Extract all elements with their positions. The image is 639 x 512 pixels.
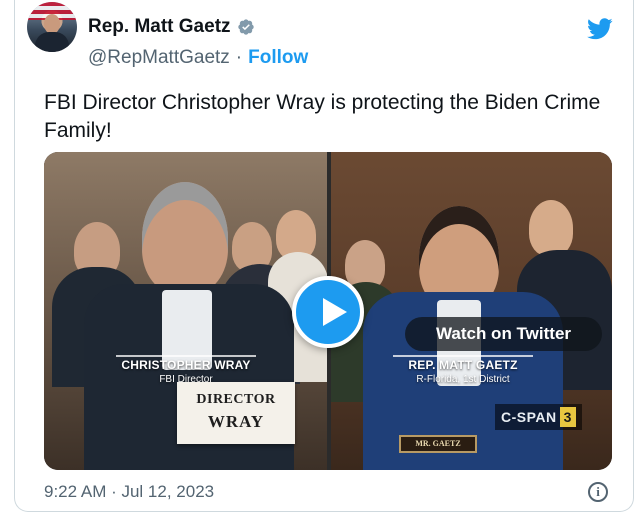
tweet-timestamp[interactable]: 9:22 AM · Jul 12, 2023 xyxy=(44,482,214,502)
video-panel-right: REP. MATT GAETZ R-Florida, 1st District … xyxy=(331,152,612,470)
author-name-row[interactable]: Rep. Matt Gaetz xyxy=(88,16,255,38)
nameplate: DIRECTOR WRAY xyxy=(177,382,295,444)
separator-dot: · xyxy=(235,47,243,68)
caption-name: REP. MATT GAETZ xyxy=(408,358,518,372)
wray-head xyxy=(142,182,228,294)
caption-rule xyxy=(116,355,256,357)
follow-button[interactable]: Follow xyxy=(248,47,308,69)
nameplate-line1: DIRECTOR xyxy=(196,392,276,407)
caption-rule xyxy=(393,355,533,357)
caption-name: CHRISTOPHER WRAY xyxy=(121,358,251,372)
avatar-face xyxy=(44,14,60,34)
network-name: C-SPAN xyxy=(501,409,557,425)
network-number: 3 xyxy=(559,407,576,427)
background-person xyxy=(529,200,573,256)
network-logo: C-SPAN 3 xyxy=(495,404,582,430)
twitter-bird-icon[interactable] xyxy=(587,18,613,40)
play-icon[interactable] xyxy=(292,276,364,348)
author-display-name[interactable]: Rep. Matt Gaetz xyxy=(88,16,231,38)
tweet-text: FBI Director Christopher Wray is protect… xyxy=(44,91,601,142)
avatar-suit xyxy=(35,32,69,52)
author-handle[interactable]: @RepMattGaetz xyxy=(88,47,230,69)
watch-on-twitter-button[interactable]: Watch on Twitter xyxy=(405,317,602,351)
video-panel-left: CHRISTOPHER WRAY FBI Director DIRECTOR W… xyxy=(44,152,327,470)
desk-plate: MR. GAETZ xyxy=(399,435,477,453)
author-handle-row: @RepMattGaetz · Follow xyxy=(88,47,308,69)
caption-title: R-Florida, 1st District xyxy=(416,374,510,385)
nameplate-line2: WRAY xyxy=(207,412,265,431)
avatar[interactable] xyxy=(27,2,77,52)
verified-badge-icon xyxy=(237,19,254,35)
info-icon[interactable]: i xyxy=(588,482,608,502)
